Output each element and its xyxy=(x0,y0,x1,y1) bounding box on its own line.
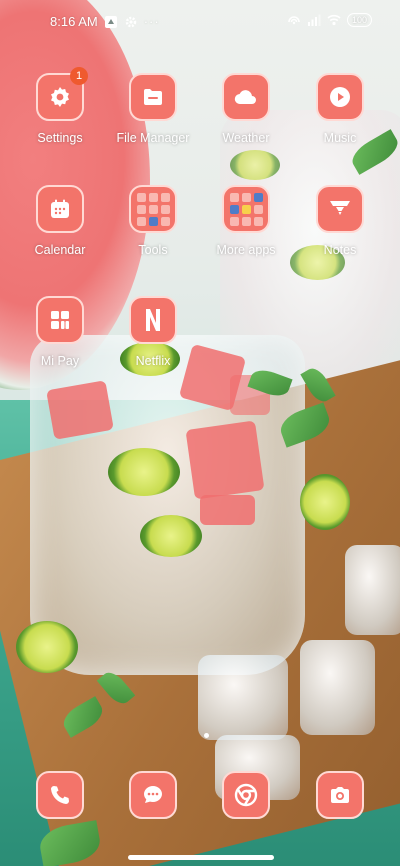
app-label: Music xyxy=(323,131,357,145)
folder-grid-icon xyxy=(229,192,263,226)
app-label: Mi Pay xyxy=(40,354,80,368)
page-indicator xyxy=(204,733,209,738)
app-label: Calendar xyxy=(34,243,86,257)
camera-app-icon[interactable] xyxy=(316,771,364,819)
app-label: More apps xyxy=(216,243,276,257)
app-label: File Manager xyxy=(116,131,190,145)
more-apps-folder-icon[interactable] xyxy=(222,185,270,233)
app-label: Settings xyxy=(37,131,83,145)
app-label: Netflix xyxy=(135,354,171,368)
dock-browser[interactable] xyxy=(200,771,292,819)
notes-icon xyxy=(330,201,350,215)
gear-icon xyxy=(51,87,69,107)
app-music[interactable]: Music xyxy=(294,73,386,145)
browser-app-icon[interactable] xyxy=(222,771,270,819)
settings-app-icon[interactable]: 1 xyxy=(36,67,88,121)
folder-more-apps[interactable]: More apps xyxy=(200,185,292,257)
tools-folder-icon[interactable] xyxy=(129,185,177,233)
calendar-app-icon[interactable] xyxy=(36,185,84,233)
dock-phone[interactable] xyxy=(14,771,106,819)
folder-grid-icon xyxy=(136,192,170,226)
app-label: Tools xyxy=(138,243,168,257)
music-app-icon[interactable] xyxy=(316,73,364,121)
netflix-app-icon[interactable] xyxy=(129,296,177,344)
app-netflix[interactable]: Netflix xyxy=(107,296,199,368)
camera-icon xyxy=(331,787,349,803)
battery-indicator: 100 xyxy=(346,13,372,27)
weather-app-icon[interactable] xyxy=(222,73,270,121)
more-notifications-icon: ··· xyxy=(143,14,160,29)
app-label: Weather xyxy=(222,131,270,145)
chrome-icon xyxy=(234,783,258,807)
status-bar: 8:16 AM ··· 100 xyxy=(0,0,400,44)
home-gesture-bar[interactable] xyxy=(128,855,274,860)
dock-messages[interactable] xyxy=(107,771,199,819)
status-time: 8:16 AM xyxy=(50,14,98,29)
phone-app-icon[interactable] xyxy=(36,771,84,819)
phone-icon xyxy=(51,786,69,804)
message-icon xyxy=(144,786,162,803)
gear-small-icon xyxy=(125,16,136,27)
calendar-icon xyxy=(51,199,69,218)
app-calendar[interactable]: Calendar xyxy=(14,185,106,257)
notification-badge: 1 xyxy=(70,67,88,85)
app-notes[interactable]: Notes xyxy=(294,185,386,257)
app-settings[interactable]: 1 Settings xyxy=(14,67,106,145)
wifi-icon xyxy=(327,14,341,26)
messages-app-icon[interactable] xyxy=(129,771,177,819)
file-manager-app-icon[interactable] xyxy=(129,73,177,121)
app-mi-pay[interactable]: Mi Pay xyxy=(14,296,106,368)
dock-camera[interactable] xyxy=(294,771,386,819)
folder-icon xyxy=(144,89,162,105)
mipay-icon xyxy=(51,311,69,329)
app-weather[interactable]: Weather xyxy=(200,73,292,145)
notes-app-icon[interactable] xyxy=(316,185,364,233)
netflix-icon xyxy=(146,309,160,331)
notification-app-icon xyxy=(104,15,117,28)
signal-icon xyxy=(307,14,321,26)
mi-pay-app-icon[interactable] xyxy=(36,296,84,344)
cloud-icon xyxy=(234,90,256,105)
app-file-manager[interactable]: File Manager xyxy=(107,73,199,145)
play-icon xyxy=(330,87,350,107)
app-label: Notes xyxy=(323,243,357,257)
folder-tools[interactable]: Tools xyxy=(107,185,199,257)
hotspot-icon xyxy=(288,16,300,25)
